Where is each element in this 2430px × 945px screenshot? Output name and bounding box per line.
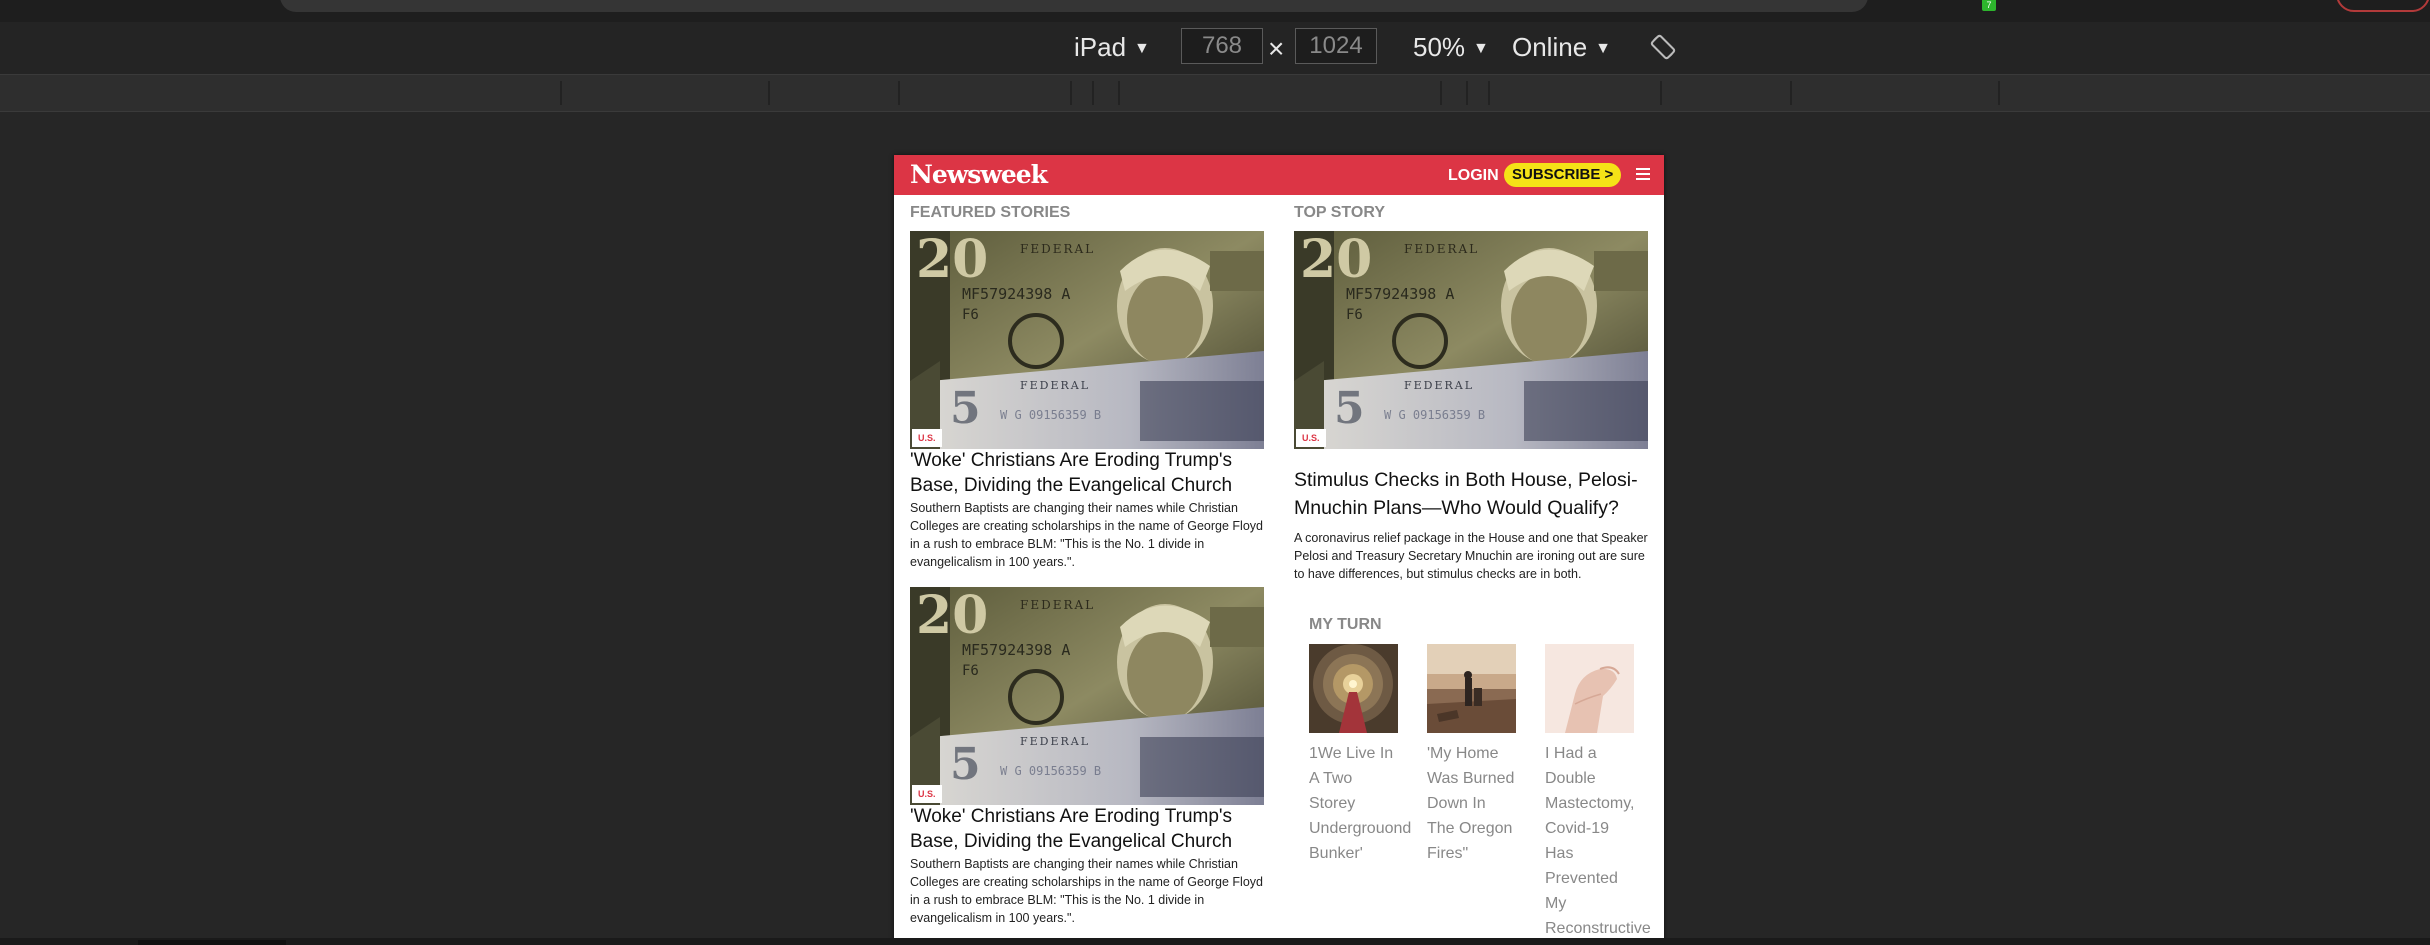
story-summary: Southern Baptists are changing their nam… (910, 501, 1263, 569)
width-input[interactable] (1181, 28, 1263, 64)
status-strip (0, 938, 2430, 945)
media-query-segment[interactable] (0, 81, 562, 105)
money-photo (910, 587, 1264, 805)
money-photo (910, 231, 1264, 449)
media-query-segment[interactable] (1468, 81, 1490, 105)
media-query-segment[interactable] (900, 81, 1072, 105)
story-headline[interactable]: 'Woke' Christians Are Eroding Trump's Ba… (910, 448, 1270, 498)
top-story-label: TOP STORY (1294, 204, 1385, 221)
media-query-segment[interactable] (1662, 81, 1792, 105)
my-turn-thumbnail[interactable] (1427, 644, 1516, 733)
dropdown-arrow-icon: ▼ (1473, 40, 1489, 58)
browser-top-strip: 7 (0, 0, 2430, 22)
my-turn-title[interactable]: 1We Live In A Two Storey Undergrouond Bu… (1309, 741, 1411, 866)
my-turn-card[interactable]: 1We Live In A Two Storey Undergrouond Bu… (1309, 644, 1411, 866)
emulated-device-viewport[interactable]: Newsweek LOGIN SUBSCRIBE > FEATURED STOR… (894, 155, 1664, 945)
media-query-segment[interactable] (770, 81, 900, 105)
site-header: Newsweek LOGIN SUBSCRIBE > (894, 155, 1664, 195)
dimension-separator: × (1268, 33, 1285, 64)
category-tag[interactable]: U.S. (1296, 429, 1326, 447)
rotate-icon[interactable] (1648, 32, 1678, 62)
device-toolbar: iPad ▼ × 50% ▼ Online ▼ (0, 22, 2430, 75)
device-label: iPad (1074, 32, 1127, 62)
top-story-image[interactable]: U.S. (1294, 231, 1648, 449)
story-image[interactable]: U.S. (910, 231, 1264, 449)
my-turn-card[interactable]: 'My Home Was Burned Down In The Oregon F… (1427, 644, 1517, 866)
network-label: Online (1512, 32, 1588, 62)
network-throttle-select[interactable]: Online ▼ (1512, 32, 1611, 62)
featured-stories-label: FEATURED STORIES (910, 204, 1071, 221)
login-link[interactable]: LOGIN (1448, 167, 1499, 185)
story-summary: Southern Baptists are changing their nam… (910, 857, 1263, 925)
scroll-indicator[interactable] (138, 940, 286, 945)
my-turn-thumbnail[interactable] (1545, 644, 1634, 733)
extension-badge[interactable]: 7 (1982, 0, 1996, 11)
dropdown-arrow-icon: ▼ (1134, 40, 1150, 58)
address-bar[interactable] (280, 0, 1868, 12)
my-turn-title[interactable]: 'My Home Was Burned Down In The Oregon F… (1427, 741, 1517, 866)
dropdown-arrow-icon: ▼ (1595, 40, 1611, 58)
story-image[interactable]: U.S. (910, 587, 1264, 805)
category-tag[interactable]: U.S. (912, 429, 942, 447)
media-query-segment[interactable] (1442, 81, 1468, 105)
height-input[interactable] (1295, 28, 1377, 64)
device-select[interactable]: iPad ▼ (1074, 32, 1150, 62)
zoom-label: 50% (1413, 32, 1466, 62)
story-headline[interactable]: 'Woke' Christians Are Eroding Trump's Ba… (910, 804, 1270, 854)
media-query-segment[interactable] (2000, 81, 2428, 105)
media-query-bar[interactable] (0, 75, 2430, 112)
tunnel-photo (1309, 644, 1398, 733)
media-query-segment[interactable] (1792, 81, 2000, 105)
my-turn-card[interactable]: I Had a Double Mastectomy, Covid-19 Has … (1545, 644, 1651, 941)
top-story-headline[interactable]: Stimulus Checks in Both House, Pelosi-Mn… (1294, 466, 1654, 522)
media-query-segment[interactable] (562, 81, 770, 105)
top-story-summary: A coronavirus relief package in the Hous… (1294, 531, 1648, 581)
zoom-select[interactable]: 50% ▼ (1413, 32, 1489, 62)
subscribe-button[interactable]: SUBSCRIBE > (1504, 163, 1622, 187)
media-query-segment[interactable] (1490, 81, 1662, 105)
my-turn-label: MY TURN (1309, 616, 1382, 633)
media-query-segment[interactable] (1094, 81, 1120, 105)
my-turn-title[interactable]: I Had a Double Mastectomy, Covid-19 Has … (1545, 741, 1651, 941)
profile-button[interactable] (2336, 0, 2430, 12)
money-photo (1294, 231, 1648, 449)
media-query-segment[interactable] (1072, 81, 1094, 105)
burned-home-photo (1427, 644, 1516, 733)
hand-photo (1545, 644, 1634, 733)
media-query-segment[interactable] (1120, 81, 1442, 105)
newsweek-logo[interactable]: Newsweek (910, 160, 1048, 189)
hamburger-menu-icon[interactable] (1636, 168, 1650, 182)
my-turn-thumbnail[interactable] (1309, 644, 1398, 733)
category-tag[interactable]: U.S. (912, 785, 942, 803)
